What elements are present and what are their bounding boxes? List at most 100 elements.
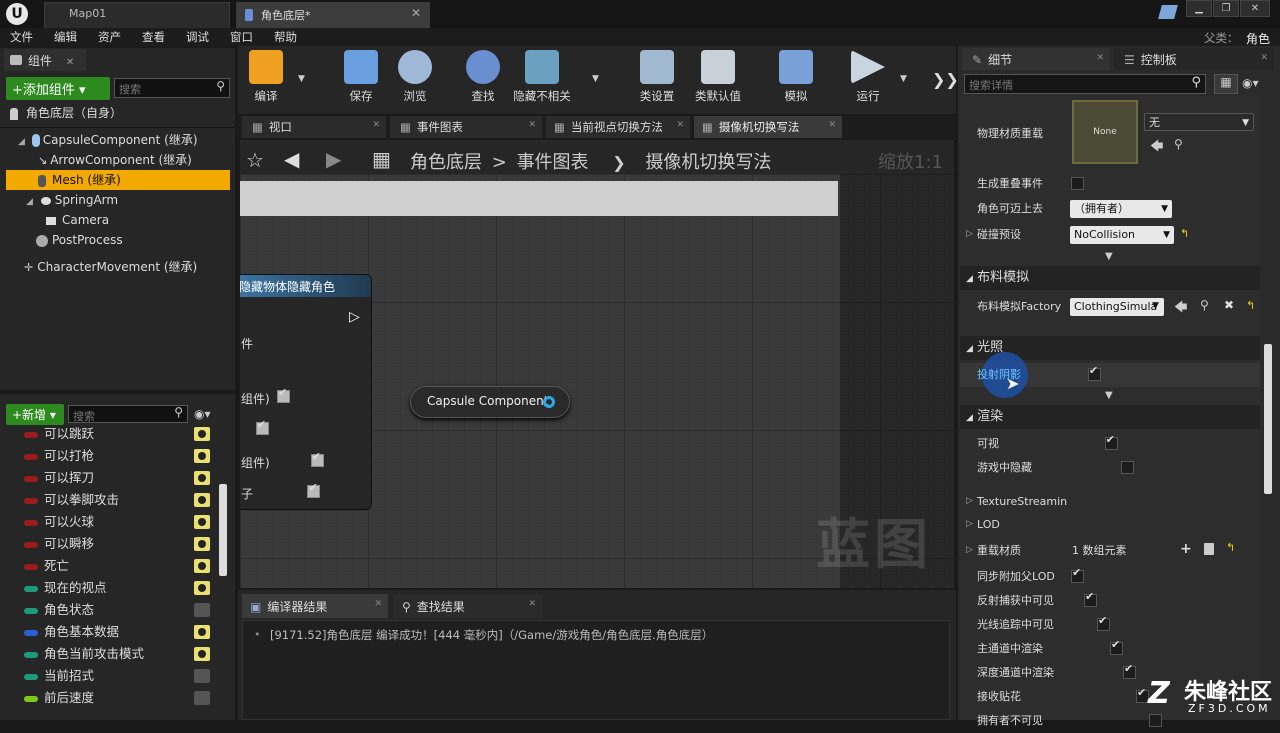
close-icon[interactable]: ✕ (828, 120, 836, 130)
phys-material-thumbnail[interactable]: None (1072, 100, 1138, 164)
browse-button[interactable]: 浏览 (385, 50, 445, 108)
parent-class-value[interactable]: 角色 (1246, 30, 1270, 47)
exec-pin-icon[interactable]: ▷ (349, 309, 360, 325)
dropdown-arrow-icon[interactable]: ▼ (298, 74, 305, 84)
eye-closed-icon[interactable] (194, 691, 210, 705)
advanced-expand-icon[interactable]: ▼ (1105, 390, 1113, 401)
view-options-eye-icon[interactable]: ◉▾ (194, 407, 211, 421)
eye-open-icon[interactable] (194, 559, 210, 573)
variable-row[interactable]: 可以火球 (0, 511, 215, 533)
node-checkbox[interactable] (310, 450, 324, 467)
tree-item-movement[interactable]: ✛ CharacterMovement (继承) (0, 257, 235, 277)
close-icon[interactable]: ✕ (528, 599, 536, 609)
tree-item-arrow[interactable]: ↘ ArrowComponent (继承) (0, 150, 235, 170)
comment-box[interactable] (240, 181, 838, 216)
tab-camera-switch[interactable]: ▦ 摄像机切换写法 ✕ (694, 116, 842, 138)
eye-open-icon[interactable] (194, 449, 210, 463)
find-button[interactable]: 查找 (453, 50, 513, 108)
tree-item-mesh[interactable]: Mesh (继承) (6, 170, 230, 190)
hide-unrelated-button[interactable]: 隐藏不相关 (512, 50, 572, 108)
cloth-factory-combo[interactable]: ClothingSimula (1070, 298, 1164, 316)
node-checkbox[interactable] (255, 418, 269, 435)
property-matrix-icon[interactable]: ▦ (1214, 74, 1238, 94)
expand-arrow-icon[interactable]: ◢ (18, 137, 25, 147)
details-search-input[interactable]: 搜索详情 ⚲ (964, 74, 1206, 94)
hidden-in-game-checkbox[interactable] (1121, 461, 1135, 474)
property-checkbox[interactable] (1123, 662, 1136, 679)
eye-open-icon[interactable] (194, 515, 210, 529)
node-checkbox[interactable] (307, 481, 321, 498)
close-icon[interactable]: ✕ (676, 120, 684, 130)
reset-arrow-icon[interactable]: ↰ (1226, 541, 1235, 554)
eye-open-icon[interactable] (194, 493, 210, 507)
function-node[interactable]: 隐藏物体隐藏角色 ▷ 件 组件) 组件) 子 (240, 274, 372, 510)
tree-item-camera[interactable]: Camera (0, 210, 235, 230)
variable-row[interactable]: 角色状态 (0, 599, 215, 621)
section-cloth[interactable]: ◢ 布料模拟 (960, 266, 1260, 290)
tab-find-results[interactable]: ⚲ 查找结果 ✕ (394, 594, 542, 618)
eye-open-icon[interactable] (194, 427, 210, 441)
variable-row[interactable]: 可以跳跃 (0, 423, 215, 445)
search-icon[interactable]: ⚲ (1191, 75, 1201, 90)
close-icon[interactable]: ✕ (66, 57, 74, 68)
collision-preset-combo[interactable]: NoCollision ▼ (1070, 226, 1174, 244)
chevron-down-icon[interactable]: ▼ (1152, 301, 1159, 311)
search-icon[interactable]: ⚲ (216, 79, 225, 93)
variable-row[interactable]: 可以挥刀 (0, 467, 215, 489)
step-up-combo[interactable]: （拥有者） ▼ (1070, 200, 1172, 218)
close-icon[interactable]: ✕ (528, 120, 536, 130)
visible-checkbox[interactable] (1104, 433, 1118, 450)
eye-closed-icon[interactable] (194, 603, 210, 617)
tab-event-graph[interactable]: ▦ 事件图表 ✕ (390, 116, 542, 138)
expand-arrow-icon[interactable]: ◢ (26, 197, 33, 207)
component-search-input[interactable]: 搜索 ⚲ (114, 78, 230, 98)
close-icon[interactable]: ✕ (1260, 53, 1268, 63)
breadcrumb-item[interactable]: 事件图表 (517, 152, 589, 173)
property-checkbox[interactable] (1071, 566, 1084, 583)
eye-open-icon[interactable] (194, 537, 210, 551)
new-button[interactable]: +新增 ▾ (6, 404, 64, 425)
eye-closed-icon[interactable] (194, 669, 210, 683)
favorite-star-icon[interactable]: ☆ (246, 148, 264, 172)
property-checkbox[interactable] (1110, 638, 1123, 655)
close-icon[interactable]: ✕ (1096, 53, 1104, 63)
details-scrollbar[interactable] (1264, 344, 1272, 494)
breadcrumb-item[interactable]: 角色底层 (410, 152, 482, 173)
trash-icon[interactable] (1204, 543, 1214, 555)
compile-button[interactable]: 编译 (236, 50, 296, 108)
breadcrumb-item[interactable]: 摄像机切换写法 (645, 152, 771, 173)
add-element-icon[interactable]: + (1180, 541, 1192, 557)
tab-view-switch-method[interactable]: ▦ 当前视点切换方法 ✕ (546, 116, 690, 138)
variable-row[interactable]: 角色当前攻击模式 (0, 643, 215, 665)
close-window-button[interactable]: ✕ (1240, 0, 1270, 17)
play-button[interactable]: 运行 (838, 50, 898, 108)
expand-arrow-icon[interactable]: ▷ (966, 545, 973, 555)
close-icon[interactable]: ✕ (374, 599, 382, 609)
gen-overlap-checkbox[interactable] (1071, 177, 1084, 190)
variable-row[interactable]: 死亡 (0, 555, 215, 577)
doc-tab-blueprint[interactable]: 角色底层* ✕ (236, 2, 430, 28)
variable-row[interactable]: 可以打枪 (0, 445, 215, 467)
eye-open-icon[interactable] (194, 647, 210, 661)
expand-arrow-icon[interactable]: ▷ (966, 519, 973, 529)
menu-help[interactable]: 帮助 (274, 29, 297, 45)
class-defaults-button[interactable]: 类默认值 (688, 50, 748, 108)
property-checkbox[interactable] (1084, 590, 1097, 607)
components-tab[interactable]: 组件 ✕ (4, 49, 86, 71)
menu-view[interactable]: 查看 (142, 29, 165, 45)
eye-open-icon[interactable] (194, 625, 210, 639)
eye-open-icon[interactable] (194, 581, 210, 595)
simulate-button[interactable]: 模拟 (766, 50, 826, 108)
variable-row[interactable]: 可以拳脚攻击 (0, 489, 215, 511)
doc-tab-map01[interactable]: Map01 (44, 2, 230, 28)
phys-material-combo[interactable]: 无 ▼ (1144, 113, 1254, 131)
minimize-button[interactable]: ▁ (1186, 0, 1212, 17)
cast-shadow-checkbox[interactable] (1087, 364, 1101, 381)
close-icon[interactable]: ✕ (411, 6, 421, 20)
forward-arrow-icon[interactable]: ▶ (326, 147, 341, 171)
reset-arrow-icon[interactable]: ↰ (1246, 299, 1255, 312)
dropdown-arrow-icon[interactable]: ▼ (592, 74, 599, 84)
node-checkbox[interactable] (277, 386, 290, 403)
expand-arrow-icon[interactable]: ▷ (966, 496, 973, 506)
tree-item-postprocess[interactable]: PostProcess (0, 230, 235, 250)
